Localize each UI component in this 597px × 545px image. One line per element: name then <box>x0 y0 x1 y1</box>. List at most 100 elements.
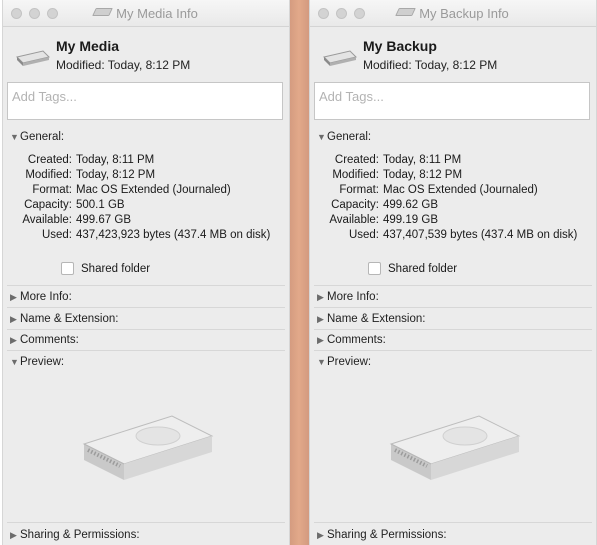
section-sharing-permissions[interactable]: ▶ Sharing & Permissions: <box>3 529 287 541</box>
section-label: Preview: <box>20 356 65 368</box>
section-general-label: General: <box>20 131 65 143</box>
window-divider <box>289 0 309 545</box>
section-name-extension[interactable]: ▶ Name & Extension: <box>3 313 287 325</box>
disclosure-triangle-right-icon: ▶ <box>317 314 324 324</box>
info-window-my-media: My Media Info My Media Modified: Today, … <box>2 0 290 545</box>
detail-label: Modified: <box>332 169 379 181</box>
window-title-area: My Backup Info <box>310 6 596 21</box>
detail-value: 499.62 GB <box>383 199 438 211</box>
title-bar[interactable]: My Media Info <box>3 0 289 27</box>
detail-value: Mac OS Extended (Journaled) <box>76 184 231 196</box>
detail-row: Format: Mac OS Extended (Journaled) <box>310 183 594 198</box>
detail-row: Capacity: 500.1 GB <box>3 198 287 213</box>
shared-folder-option: Shared folder <box>368 262 457 275</box>
preview-area <box>310 380 594 500</box>
detail-value: Mac OS Extended (Journaled) <box>383 184 538 196</box>
shared-folder-label: Shared folder <box>388 262 458 275</box>
separator <box>314 329 592 330</box>
title-bar[interactable]: My Backup Info <box>310 0 596 27</box>
separator <box>314 350 592 351</box>
disclosure-triangle-right-icon: ▶ <box>317 530 324 540</box>
detail-row: Used: 437,423,923 bytes (437.4 MB on disk… <box>3 228 287 243</box>
detail-value: 499.19 GB <box>383 214 438 226</box>
detail-row: Created: Today, 8:11 PM <box>310 153 594 168</box>
general-details: Created: Today, 8:11 PM Modified: Today, 8… <box>310 153 594 243</box>
tags-field[interactable]: Add Tags... <box>314 82 590 120</box>
separator <box>7 329 285 330</box>
disclosure-triangle-right-icon: ▶ <box>317 335 324 345</box>
disclosure-triangle-down-icon: ▼ <box>317 132 326 142</box>
window-title: My Backup Info <box>419 6 509 21</box>
separator <box>7 307 285 308</box>
section-comments[interactable]: ▶ Comments: <box>3 334 287 346</box>
section-label: Preview: <box>327 356 372 368</box>
detail-label: Capacity: <box>24 199 72 211</box>
disclosure-triangle-right-icon: ▶ <box>10 530 17 540</box>
detail-row: Modified: Today, 8:12 PM <box>310 168 594 183</box>
drive-icon <box>323 50 357 66</box>
item-modified: Modified: Today, 8:12 PM <box>56 58 191 72</box>
separator <box>314 522 592 523</box>
item-modified: Modified: Today, 8:12 PM <box>363 58 498 72</box>
section-preview[interactable]: ▼Preview: <box>310 356 594 368</box>
detail-value: 437,423,923 bytes (437.4 MB on disk) <box>76 229 271 241</box>
preview-area <box>3 380 287 500</box>
section-label: Name & Extension: <box>20 313 119 325</box>
detail-label: Modified: <box>25 169 72 181</box>
detail-value: 500.1 GB <box>76 199 125 211</box>
tags-field[interactable]: Add Tags... <box>7 82 283 120</box>
detail-row: Modified: Today, 8:12 PM <box>3 168 287 183</box>
drive-small-icon <box>92 8 114 16</box>
detail-label: Format: <box>32 184 72 196</box>
separator <box>7 350 285 351</box>
disclosure-triangle-down-icon: ▼ <box>317 357 326 367</box>
detail-label: Used: <box>41 229 72 241</box>
detail-value: Today, 8:12 PM <box>76 169 156 181</box>
section-sharing-permissions[interactable]: ▶ Sharing & Permissions: <box>310 529 594 541</box>
detail-value: Today, 8:11 PM <box>383 154 462 166</box>
item-name: My Backup <box>363 38 437 54</box>
detail-value: 499.67 GB <box>76 214 131 226</box>
section-comments[interactable]: ▶ Comments: <box>310 334 594 346</box>
detail-label: Created: <box>27 154 72 166</box>
detail-label: Used: <box>348 229 379 241</box>
section-name-extension[interactable]: ▶ Name & Extension: <box>310 313 594 325</box>
item-header: My Media Modified: Today, 8:12 PM <box>3 27 289 82</box>
disclosure-triangle-down-icon: ▼ <box>10 132 19 142</box>
disclosure-triangle-right-icon: ▶ <box>10 335 17 345</box>
section-label: Sharing & Permissions: <box>20 529 140 541</box>
drive-small-icon <box>395 8 417 16</box>
detail-row: Created: Today, 8:11 PM <box>3 153 287 168</box>
detail-value: Today, 8:11 PM <box>76 154 155 166</box>
detail-label: Available: <box>22 214 72 226</box>
item-header: My Backup Modified: Today, 8:12 PM <box>310 27 596 82</box>
disclosure-triangle-right-icon: ▶ <box>10 292 17 302</box>
section-label: Sharing & Permissions: <box>327 529 447 541</box>
detail-row: Format: Mac OS Extended (Journaled) <box>3 183 287 198</box>
section-general[interactable]: ▼General: <box>3 131 287 143</box>
section-more-info[interactable]: ▶ More Info: <box>310 291 594 303</box>
section-label: Name & Extension: <box>327 313 426 325</box>
shared-folder-checkbox[interactable] <box>61 262 74 275</box>
detail-value: Today, 8:12 PM <box>383 169 463 181</box>
detail-row: Capacity: 499.62 GB <box>310 198 594 213</box>
detail-label: Available: <box>329 214 379 226</box>
window-title-area: My Media Info <box>3 6 289 21</box>
disclosure-triangle-right-icon: ▶ <box>317 292 324 302</box>
detail-row: Available: 499.67 GB <box>3 213 287 228</box>
detail-label: Capacity: <box>331 199 379 211</box>
external-drive-icon <box>82 415 214 480</box>
shared-folder-option: Shared folder <box>61 262 150 275</box>
detail-label: Created: <box>334 154 379 166</box>
section-label: More Info: <box>20 291 72 303</box>
separator <box>314 307 592 308</box>
section-more-info[interactable]: ▶ More Info: <box>3 291 287 303</box>
shared-folder-checkbox[interactable] <box>368 262 381 275</box>
section-label: Comments: <box>20 334 79 346</box>
section-general[interactable]: ▼General: <box>310 131 594 143</box>
detail-label: Format: <box>339 184 379 196</box>
section-preview[interactable]: ▼Preview: <box>3 356 287 368</box>
detail-value: 437,407,539 bytes (437.4 MB on disk) <box>383 229 578 241</box>
general-details: Created: Today, 8:11 PM Modified: Today, 8… <box>3 153 287 243</box>
separator <box>314 285 592 286</box>
